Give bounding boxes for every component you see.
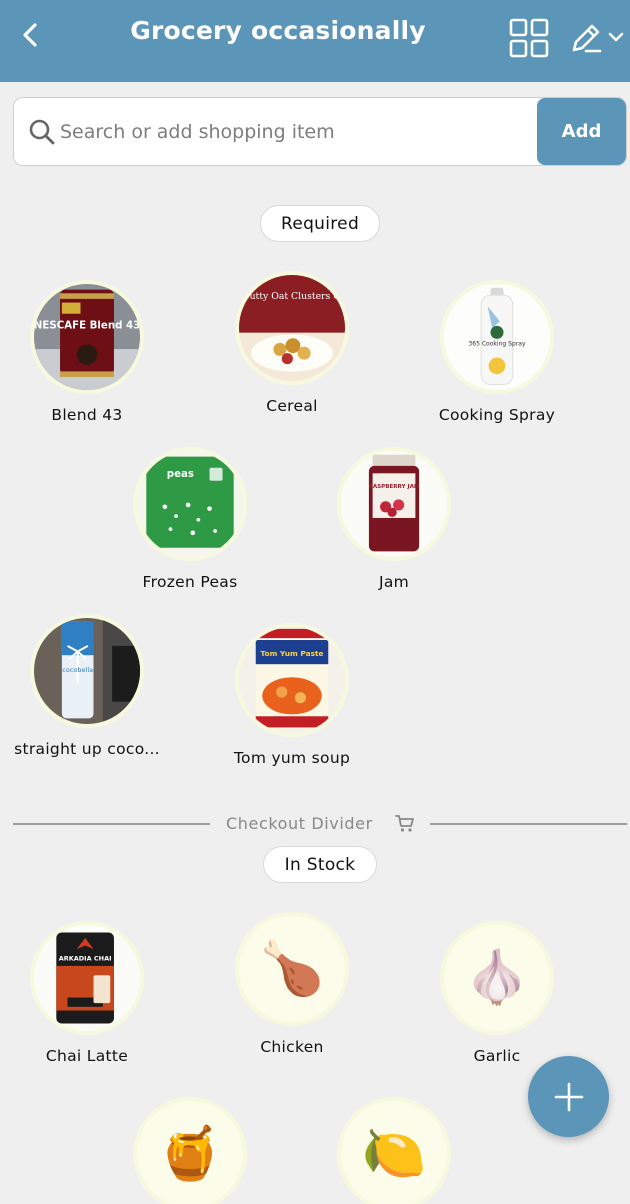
item-label: Cooking Spray <box>438 406 556 424</box>
chicken-leg-icon: 🍗 <box>259 939 325 999</box>
checkout-divider[interactable]: Checkout Divider <box>13 812 627 836</box>
section-header-in-stock: In Stock <box>263 846 377 883</box>
svg-text:NESCAFE Blend 43: NESCAFE Blend 43 <box>34 321 140 332</box>
item-lemon[interactable]: 🍋 <box>294 1097 494 1204</box>
item-cooking-spray[interactable]: 365 Cooking Spray Cooking Spray <box>397 280 597 424</box>
item-image: 🍯 <box>133 1097 247 1204</box>
svg-text:365 Cooking Spray: 365 Cooking Spray <box>468 340 526 347</box>
divider-line-right <box>430 823 627 825</box>
item-label: Frozen Peas <box>142 573 238 591</box>
svg-text:Super Nutty Oat Clusters CEREA: Super Nutty Oat Clusters CEREAL <box>239 291 345 302</box>
app-header: Grocery occasionally <box>0 0 630 82</box>
item-blend-43[interactable]: NESCAFE Blend 43 Blend 43 <box>0 280 187 424</box>
plus-icon <box>554 1082 583 1111</box>
divider-label: Checkout Divider <box>226 814 373 833</box>
section-header-required: Required <box>260 205 380 242</box>
item-image: NESCAFE Blend 43 <box>30 280 144 394</box>
grid-view-icon[interactable] <box>509 18 549 58</box>
item-label: Chicken <box>260 1038 324 1056</box>
svg-text:Tom Yum Paste: Tom Yum Paste <box>260 649 323 658</box>
honey-pot-icon: 🍯 <box>157 1124 223 1184</box>
item-image: cocobella <box>30 614 144 728</box>
lemon-icon: 🍋 <box>361 1124 427 1184</box>
item-cereal[interactable]: Super Nutty Oat Clusters CEREAL Cereal <box>192 271 392 415</box>
svg-text:ARKADIA CHAI: ARKADIA CHAI <box>59 954 112 962</box>
item-chai-latte[interactable]: ARKADIA CHAI Chai Latte <box>0 921 187 1065</box>
item-image: 365 Cooking Spray <box>440 280 554 394</box>
item-image: peas <box>133 447 247 561</box>
page-title: Grocery occasionally <box>130 16 426 45</box>
item-chicken[interactable]: 🍗 Chicken <box>192 912 392 1056</box>
item-image: 🧄 <box>440 921 554 1035</box>
search-bar: Add <box>13 97 627 166</box>
search-input[interactable] <box>60 111 540 153</box>
item-honey[interactable]: 🍯 <box>90 1097 290 1204</box>
item-label: Cereal <box>266 397 318 415</box>
item-label: Tom yum soup <box>233 749 351 767</box>
svg-text:peas: peas <box>167 469 194 480</box>
divider-line-left <box>13 823 210 825</box>
item-image: 🍋 <box>337 1097 451 1204</box>
chevron-down-icon <box>608 32 624 42</box>
item-label: Chai Latte <box>45 1047 129 1065</box>
item-image: Tom Yum Paste <box>235 623 349 737</box>
cart-icon <box>395 815 414 832</box>
add-item-fab[interactable] <box>528 1056 609 1137</box>
item-label: straight up coco... <box>14 740 160 758</box>
add-button[interactable]: Add <box>537 98 626 165</box>
pencil-icon <box>572 24 602 53</box>
item-image: Super Nutty Oat Clusters CEREAL <box>235 271 349 385</box>
edit-menu-button[interactable] <box>568 20 628 56</box>
item-label: Blend 43 <box>51 406 123 424</box>
item-image: RASPBERRY JAM <box>337 447 451 561</box>
item-label: Jam <box>378 573 410 591</box>
item-jam[interactable]: RASPBERRY JAM Jam <box>294 447 494 591</box>
svg-text:RASPBERRY JAM: RASPBERRY JAM <box>369 484 420 490</box>
item-tom-yum-soup[interactable]: Tom Yum Paste Tom yum soup <box>192 623 392 767</box>
item-image: 🍗 <box>235 912 349 1026</box>
svg-text:cocobella: cocobella <box>62 666 93 674</box>
garlic-icon: 🧄 <box>464 948 530 1008</box>
item-garlic[interactable]: 🧄 Garlic <box>397 921 597 1065</box>
item-straight-up-coconut[interactable]: cocobella straight up coco... <box>0 614 187 758</box>
item-image: ARKADIA CHAI <box>30 921 144 1035</box>
item-frozen-peas[interactable]: peas Frozen Peas <box>90 447 290 591</box>
search-icon <box>29 119 55 145</box>
